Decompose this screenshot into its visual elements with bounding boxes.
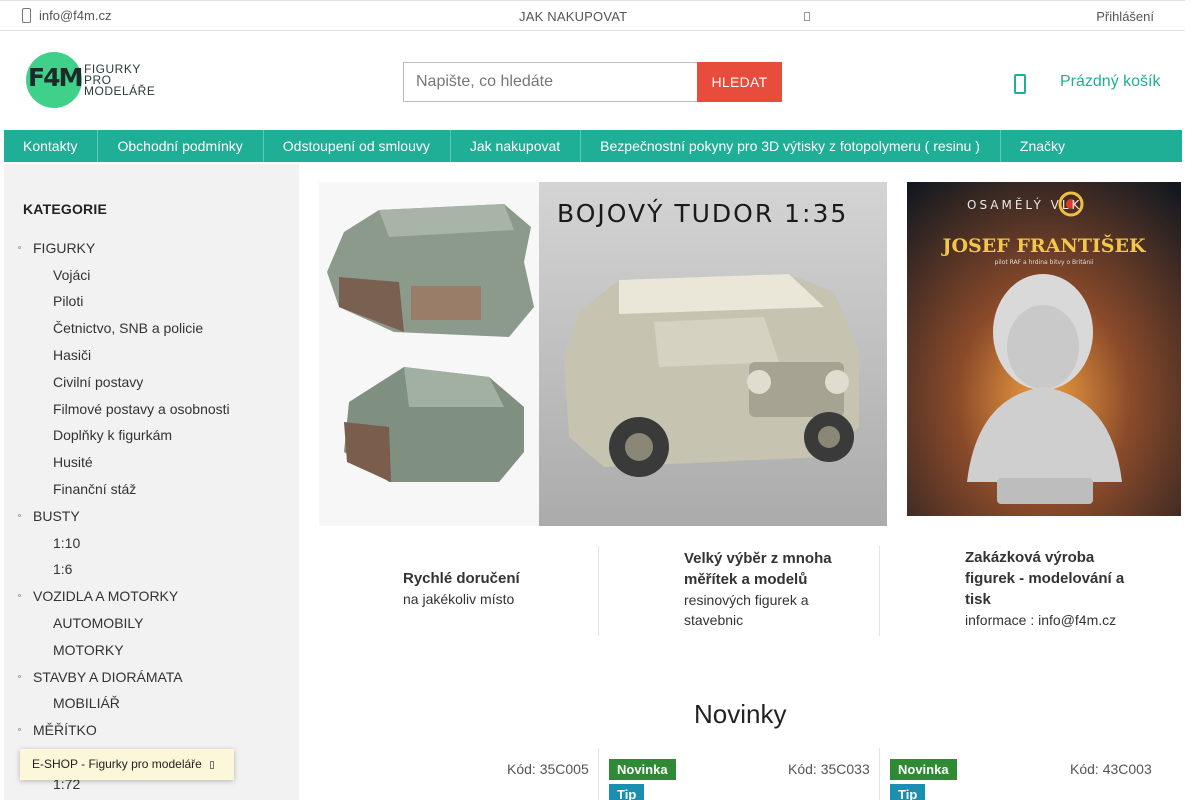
section-title-novinky: Novinky: [694, 699, 787, 729]
banner-subtitle: pilot RAF a hrdina bitvy o Británii: [995, 259, 1094, 266]
nav-item-jak-nakupovat[interactable]: Jak nakupovat: [451, 130, 582, 162]
subcategory-automobily[interactable]: AUTOMOBILY: [53, 615, 144, 631]
banner-main-title: JOSEF FRANTIŠEK: [941, 234, 1147, 257]
subcategory-civilni[interactable]: Civilní postavy: [53, 374, 143, 390]
category-meritko[interactable]: MĚŘÍTKO: [18, 722, 97, 738]
category-figurky[interactable]: FIGURKY: [18, 240, 96, 256]
bullet-icon: [18, 728, 21, 731]
nav-item-znacky[interactable]: Značky: [1001, 130, 1085, 162]
category-label: MĚŘÍTKO: [33, 722, 97, 738]
category-busty[interactable]: BUSTY: [18, 508, 80, 524]
nav-item-odstoupeni[interactable]: Odstoupení od smlouvy: [264, 130, 451, 162]
benefit-desc: resinových figurek a stavebnic: [684, 592, 809, 628]
bullet-icon: [18, 514, 21, 517]
product-code: Kód: 35C005: [507, 761, 589, 777]
category-label: VOZIDLA A MOTORKY: [33, 588, 179, 604]
search-form: HLEDAT: [403, 62, 782, 102]
subcategory-piloti[interactable]: Piloti: [53, 293, 83, 309]
subcategory-motorky[interactable]: MOTORKY: [53, 642, 124, 658]
benefit-title: Zakázková výroba figurek - modelování a …: [965, 549, 1125, 608]
product-code: Kód: 43C003: [1070, 761, 1152, 777]
benefit-desc: informace : info@f4m.cz: [965, 612, 1117, 628]
sidebar-title: KATEGORIE: [23, 201, 107, 217]
subcategory-doplnky[interactable]: Doplňky k figurkám: [53, 427, 172, 443]
tudor-title: BOJOVÝ TUDOR 1:35: [557, 199, 848, 228]
cart[interactable]: Prázdný košík: [1014, 70, 1160, 94]
logo-line-3: MODELÁŘE: [84, 83, 156, 98]
cart-label: Prázdný košík: [1060, 73, 1161, 90]
divider: [879, 748, 880, 800]
top-bar: info@f4m.cz JAK NAKUPOVAT Přihlášení: [0, 0, 1185, 31]
nav-item-bezpecnostni-pokyny[interactable]: Bezpečnostní pokyny pro 3D výtisky z fot…: [581, 130, 1001, 162]
subcategory-mobiliar[interactable]: MOBILIÁŘ: [53, 695, 120, 711]
bullet-icon: [18, 246, 21, 249]
logo-mark: F4M: [28, 63, 83, 92]
main-navigation: Kontakty Obchodní podmínky Odstoupení od…: [4, 130, 1182, 162]
banner-bojovy-tudor[interactable]: BOJOVÝ TUDOR 1:35: [319, 182, 887, 526]
bullet-icon: [18, 675, 21, 678]
nav-item-obchodni-podminky[interactable]: Obchodní podmínky: [98, 130, 264, 162]
site-logo[interactable]: F4M FIGURKY PRO MODELÁŘE: [26, 52, 155, 108]
benefit-title: Rychlé doručení: [403, 570, 520, 587]
eshop-toast[interactable]: E-SHOP - Figurky pro modeláře: [20, 749, 234, 780]
category-sidebar: KATEGORIE FIGURKY Vojáci Piloti Četnictv…: [4, 164, 299, 800]
badge-novinka: Novinka: [890, 759, 957, 780]
category-stavby[interactable]: STAVBY A DIORÁMATA: [18, 669, 183, 685]
benefit-fast-delivery: Rychlé doručení na jakékoliv místo: [403, 568, 563, 609]
search-input[interactable]: [403, 62, 697, 102]
subcategory-husite[interactable]: Husité: [53, 454, 93, 470]
banner-series-title: OSAMĚLÝ VLK: [967, 197, 1082, 212]
subcategory-filmove[interactable]: Filmové postavy a osobnosti: [53, 401, 230, 417]
badge-tip: Tip: [609, 784, 645, 800]
subcategory-financni-staz[interactable]: Finanční stáž: [53, 481, 136, 497]
toast-text: E-SHOP - Figurky pro modeláře: [32, 757, 202, 771]
nav-item-kontakty[interactable]: Kontakty: [4, 130, 99, 162]
subcategory-1-6[interactable]: 1:6: [53, 561, 72, 577]
phone-icon: [22, 8, 31, 23]
tudor-banner-image: BOJOVÝ TUDOR 1:35: [319, 182, 887, 526]
frantisek-banner-image: OSAMĚLÝ VLK JOSEF FRANTIŠEK pilot RAF a …: [907, 182, 1181, 516]
language-icon[interactable]: [804, 12, 810, 21]
how-to-buy-link[interactable]: JAK NAKUPOVAT: [519, 9, 627, 24]
bullet-icon: [18, 594, 21, 597]
product-code: Kód: 35C033: [788, 761, 870, 777]
divider: [598, 748, 599, 800]
benefit-title: Velký výběr z mnoha měřítek a modelů: [684, 550, 832, 588]
login-link[interactable]: Přihlášení: [1096, 9, 1154, 24]
category-label: FIGURKY: [33, 240, 96, 256]
divider: [598, 546, 599, 636]
category-vozidla[interactable]: VOZIDLA A MOTORKY: [18, 588, 179, 604]
contact-email[interactable]: info@f4m.cz: [22, 8, 111, 23]
subcategory-hasici[interactable]: Hasiči: [53, 347, 91, 363]
category-label: STAVBY A DIORÁMATA: [33, 669, 183, 685]
cart-icon: [1014, 74, 1026, 94]
badge-novinka: Novinka: [609, 759, 676, 780]
subcategory-vojaci[interactable]: Vojáci: [53, 267, 90, 283]
banner-osamely-vlk[interactable]: OSAMĚLÝ VLK JOSEF FRANTIŠEK pilot RAF a …: [907, 182, 1181, 516]
logo-words: FIGURKY PRO MODELÁŘE: [84, 63, 156, 98]
search-button[interactable]: HLEDAT: [697, 62, 782, 102]
badge-tip: Tip: [890, 784, 926, 800]
logo-badge: F4M: [26, 52, 83, 108]
subcategory-cetnictvo[interactable]: Četnictvo, SNB a policie: [53, 320, 203, 336]
close-icon[interactable]: [209, 760, 214, 769]
contact-email-text: info@f4m.cz: [39, 8, 112, 23]
subcategory-1-10[interactable]: 1:10: [53, 535, 80, 551]
benefit-desc: na jakékoliv místo: [403, 591, 515, 607]
category-label: BUSTY: [33, 508, 80, 524]
benefit-wide-selection: Velký výběr z mnoha měřítek a modelů res…: [684, 548, 854, 630]
divider: [879, 546, 880, 636]
benefit-custom-production: Zakázková výroba figurek - modelování a …: [965, 547, 1145, 630]
